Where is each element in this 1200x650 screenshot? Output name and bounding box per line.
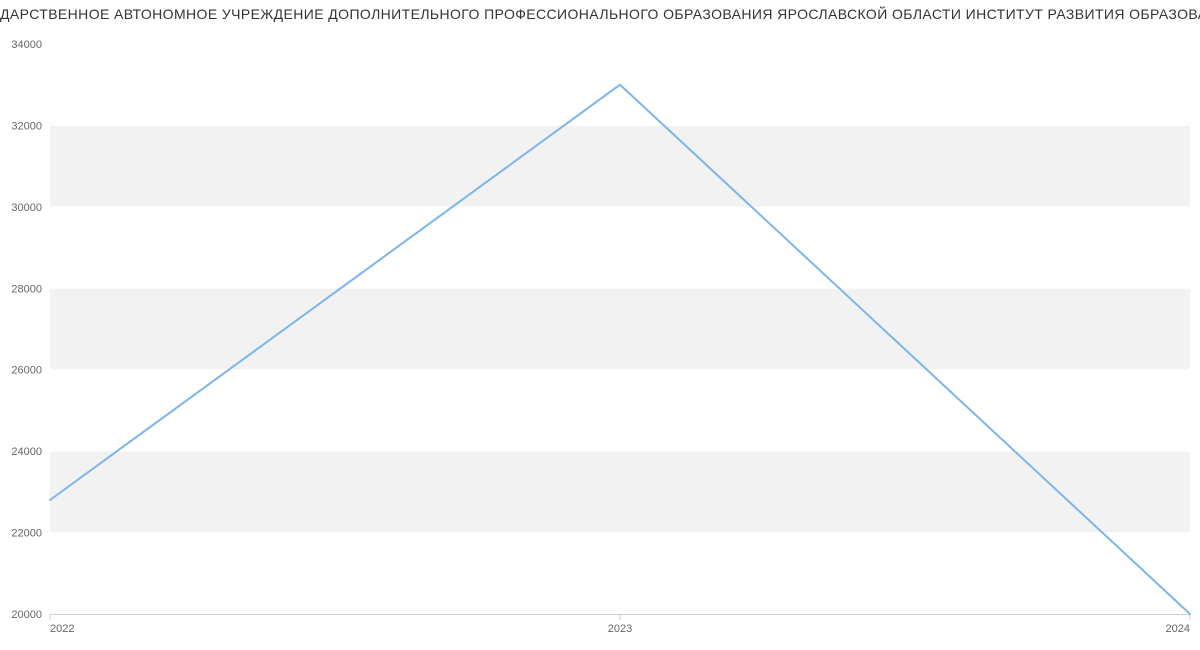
grid-band xyxy=(50,451,1190,532)
y-tick-label: 32000 xyxy=(11,120,42,132)
grid-band xyxy=(50,125,1190,206)
y-tick-label: 26000 xyxy=(11,365,42,377)
x-tick-label: 2022 xyxy=(50,623,74,635)
line-chart: ДАРСТВЕННОЕ АВТОНОМНОЕ УЧРЕЖДЕНИЕ ДОПОЛН… xyxy=(0,0,1200,650)
y-tick-label: 22000 xyxy=(11,528,42,540)
x-tick-label: 2024 xyxy=(1166,623,1190,635)
y-tick-label: 24000 xyxy=(11,446,42,458)
y-tick-label: 20000 xyxy=(11,609,42,621)
chart-title: ДАРСТВЕННОЕ АВТОНОМНОЕ УЧРЕЖДЕНИЕ ДОПОЛН… xyxy=(0,6,1200,22)
y-tick-label: 28000 xyxy=(11,283,42,295)
y-tick-label: 30000 xyxy=(11,202,42,214)
x-tick-label: 2023 xyxy=(608,623,632,635)
grid-band xyxy=(50,288,1190,369)
y-tick-label: 34000 xyxy=(11,39,42,51)
chart-svg: 2022 2023 2024 20000 22000 24000 26000 28000 300… xyxy=(0,0,1200,650)
